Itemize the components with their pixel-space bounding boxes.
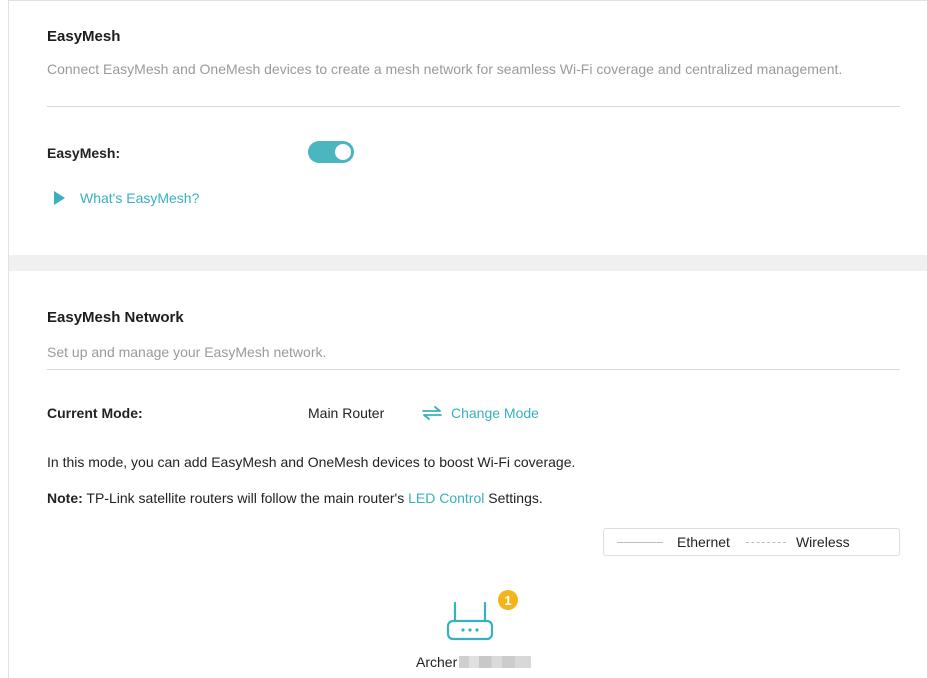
note-label: Note: <box>47 490 83 506</box>
section-description: Set up and manage your EasyMesh network. <box>47 344 327 360</box>
section-divider <box>47 106 900 107</box>
toggle-knob <box>335 144 351 160</box>
swap-arrows-icon <box>422 406 442 420</box>
router-name: Archer <box>416 654 532 670</box>
legend-wireless: Wireless <box>795 534 850 550</box>
router-model-label: Archer <box>416 654 458 670</box>
led-control-link[interactable]: LED Control <box>408 490 484 506</box>
expand-triangle-icon <box>54 191 65 205</box>
easymesh-network-section: EasyMesh Network Set up and manage your … <box>9 271 927 678</box>
note-line: Note: TP-Link satellite routers will fol… <box>47 490 543 506</box>
easymesh-settings-page: EasyMesh Connect EasyMesh and OneMesh de… <box>0 0 927 678</box>
notification-badge: 1 <box>498 590 518 610</box>
whats-easymesh-link[interactable]: What's EasyMesh? <box>47 190 199 206</box>
change-mode-label: Change Mode <box>451 405 539 421</box>
easymesh-section: EasyMesh Connect EasyMesh and OneMesh de… <box>9 9 927 255</box>
section-title: EasyMesh Network <box>47 309 184 326</box>
frame-top-border <box>8 0 927 9</box>
section-separator <box>9 255 927 271</box>
current-mode-value: Main Router <box>308 405 385 421</box>
whats-easymesh-label: What's EasyMesh? <box>80 190 200 206</box>
mode-info-text: In this mode, you can add EasyMesh and O… <box>47 454 576 470</box>
section-divider <box>47 369 900 370</box>
section-description: Connect EasyMesh and OneMesh devices to … <box>47 61 843 77</box>
current-mode-label: Current Mode: <box>47 405 143 421</box>
wireless-line-icon <box>745 541 786 543</box>
easymesh-toggle[interactable] <box>308 141 354 163</box>
section-title: EasyMesh <box>47 28 121 45</box>
redacted-text <box>459 656 532 668</box>
router-icon[interactable] <box>445 599 495 645</box>
note-text-end: Settings. <box>488 490 543 506</box>
note-text: TP-Link satellite routers will follow th… <box>86 490 405 506</box>
topology-legend: Ethernet Wireless <box>603 528 900 556</box>
ethernet-line-icon <box>617 541 663 543</box>
change-mode-button[interactable]: Change Mode <box>421 405 539 421</box>
easymesh-toggle-label: EasyMesh: <box>47 145 121 161</box>
legend-ethernet: Ethernet <box>677 534 730 550</box>
